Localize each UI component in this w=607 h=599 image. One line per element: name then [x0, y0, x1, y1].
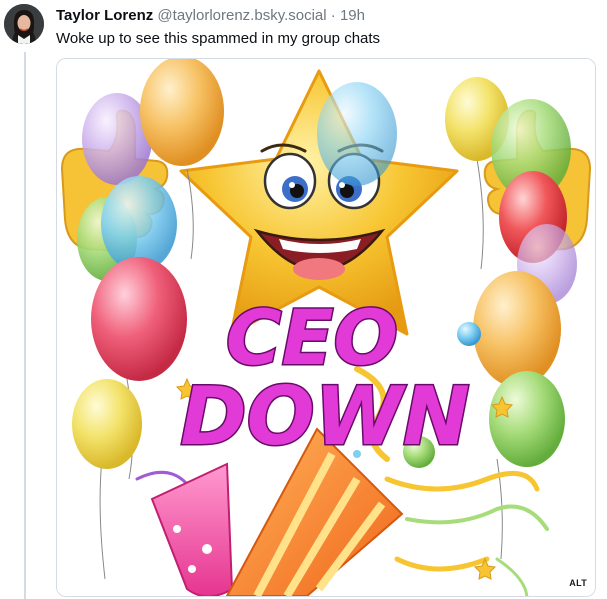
author-name[interactable]: Taylor Lorenz	[56, 7, 153, 24]
thread-line	[24, 52, 26, 599]
post-header: Taylor Lorenz @taylorlorenz.bsky.social …	[56, 6, 365, 26]
alt-text-badge[interactable]: ALT	[569, 578, 587, 588]
post-image[interactable]: CEO DOWN ALT	[56, 58, 596, 597]
caption-line2: DOWN	[180, 370, 470, 463]
celebration-image: CEO DOWN	[57, 59, 595, 596]
avatar[interactable]	[4, 4, 44, 44]
separator-dot: ·	[330, 7, 336, 24]
post-timestamp[interactable]: 19h	[340, 7, 365, 24]
post-text: Woke up to see this spammed in my group …	[56, 30, 381, 47]
author-handle[interactable]: @taylorlorenz.bsky.social	[157, 7, 326, 24]
caption-line1: CEO	[226, 293, 398, 382]
avatar-photo	[4, 4, 44, 44]
